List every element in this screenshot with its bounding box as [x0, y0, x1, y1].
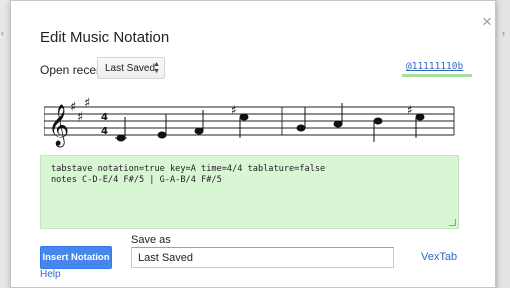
- note-d4: [157, 131, 167, 139]
- editor-line-1: tabstave notation=true key=A time=4/4 ta…: [51, 164, 326, 174]
- notes: [115, 103, 425, 142]
- dialog-title: Edit Music Notation: [40, 29, 170, 46]
- close-icon[interactable]: ×: [482, 13, 492, 30]
- background-page-right: ›: [498, 0, 510, 288]
- note-fs5: [415, 113, 425, 121]
- note-fs5: [239, 113, 249, 121]
- note-a4: [333, 120, 343, 128]
- open-recent-select[interactable]: Last Saved ▲ ▼: [97, 57, 165, 79]
- time-signature: 4 4: [101, 112, 108, 137]
- background-glyph: ‹: [1, 28, 4, 38]
- svg-text:♯: ♯: [70, 100, 76, 115]
- resize-handle-icon[interactable]: [449, 219, 456, 226]
- vextab-link[interactable]: VexTab: [421, 251, 457, 263]
- treble-clef-icon: 𝄞: [48, 104, 69, 147]
- accidentals: ♯ ♯: [231, 103, 413, 117]
- note-g4: [296, 124, 306, 132]
- svg-text:♯: ♯: [231, 103, 237, 117]
- select-arrows-icon: ▲ ▼: [153, 61, 160, 75]
- background-page-left: ‹: [0, 0, 10, 288]
- user-tag-highlight: [402, 74, 472, 77]
- svg-text:4: 4: [101, 126, 108, 137]
- svg-text:♯: ♯: [77, 110, 83, 125]
- note-b4: [373, 117, 383, 125]
- svg-text:♯: ♯: [407, 103, 413, 117]
- vextab-editor[interactable]: tabstave notation=true key=A time=4/4 ta…: [40, 155, 459, 229]
- editor-line-2: notes C-D-E/4 F#/5 | G-A-B/4 F#/5: [51, 175, 222, 185]
- svg-text:♯: ♯: [84, 96, 90, 111]
- user-tag-link[interactable]: @11111110b: [406, 61, 463, 72]
- music-staff-preview: 𝄞 ♯ ♯ ♯ 4 4 ♯ ♯: [44, 96, 455, 147]
- help-link[interactable]: Help: [40, 269, 61, 280]
- note-e4: [194, 127, 204, 135]
- save-as-input[interactable]: [131, 247, 394, 268]
- edit-music-notation-dialog: Edit Music Notation × Open recent Last S…: [10, 0, 496, 288]
- save-as-label: Save as: [131, 234, 171, 246]
- open-recent-value: Last Saved: [105, 63, 156, 74]
- note-c4: [116, 134, 126, 142]
- insert-notation-button[interactable]: Insert Notation: [40, 246, 112, 269]
- background-glyph: ›: [502, 28, 505, 38]
- svg-text:4: 4: [101, 112, 108, 123]
